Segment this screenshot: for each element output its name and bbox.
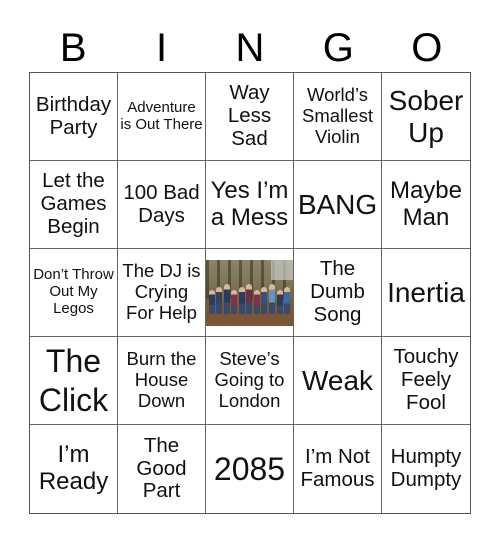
header-letter-o: O (411, 26, 443, 70)
photo-person (223, 283, 230, 314)
bingo-cell[interactable]: I’m Ready (30, 425, 118, 513)
bingo-cell[interactable]: 2085 (206, 425, 294, 513)
bingo-cell[interactable]: Yes I’m a Mess (206, 161, 294, 249)
free-space-cell[interactable] (206, 249, 294, 337)
photo-person (261, 286, 268, 314)
photo-person (216, 286, 223, 314)
bingo-cell[interactable]: Maybe Man (382, 161, 470, 249)
bingo-cell[interactable]: World’s Smallest Violin (294, 73, 382, 161)
photo-group (208, 282, 291, 314)
photo-sky (271, 259, 293, 280)
bingo-cell[interactable]: Sober Up (382, 73, 470, 161)
bingo-cell[interactable]: 100 Bad Days (118, 161, 206, 249)
bingo-cell[interactable]: Weak (294, 337, 382, 425)
bingo-cell[interactable]: Adventure is Out There (118, 73, 206, 161)
header-letter-g: G (322, 26, 354, 70)
photo-person (276, 289, 283, 314)
bingo-cell[interactable]: Let the Games Begin (30, 161, 118, 249)
photo-ground (206, 311, 293, 326)
photo-person (246, 283, 253, 314)
bingo-cell[interactable]: I’m Not Famous (294, 425, 382, 513)
bingo-cell[interactable]: The Good Part (118, 425, 206, 513)
bingo-cell[interactable]: Way Less Sad (206, 73, 294, 161)
bingo-header: B I N G O (29, 26, 471, 70)
photo-person (238, 286, 245, 314)
photo-person (208, 289, 215, 314)
free-space-photo (206, 259, 293, 326)
photo-person (284, 286, 291, 314)
bingo-cell[interactable]: Inertia (382, 249, 470, 337)
bingo-cell[interactable]: Birthday Party (30, 73, 118, 161)
header-letter-b: B (59, 26, 87, 70)
bingo-cell[interactable]: The Dumb Song (294, 249, 382, 337)
photo-person (253, 289, 260, 314)
header-letter-n: N (235, 26, 265, 70)
bingo-cell[interactable]: Humpty Dumpty (382, 425, 470, 513)
bingo-grid: Birthday Party Adventure is Out There Wa… (29, 72, 471, 514)
bingo-cell[interactable]: BANG (294, 161, 382, 249)
bingo-cell[interactable]: The Click (30, 337, 118, 425)
photo-person (269, 283, 276, 314)
bingo-cell[interactable]: Don’t Throw Out My Legos (30, 249, 118, 337)
bingo-cell[interactable]: Burn the House Down (118, 337, 206, 425)
photo-person (231, 289, 238, 314)
bingo-cell[interactable]: Touchy Feely Fool (382, 337, 470, 425)
header-letter-i: I (156, 26, 168, 70)
bingo-cell[interactable]: The DJ is Crying For Help (118, 249, 206, 337)
bingo-cell[interactable]: Steve’s Going to London (206, 337, 294, 425)
